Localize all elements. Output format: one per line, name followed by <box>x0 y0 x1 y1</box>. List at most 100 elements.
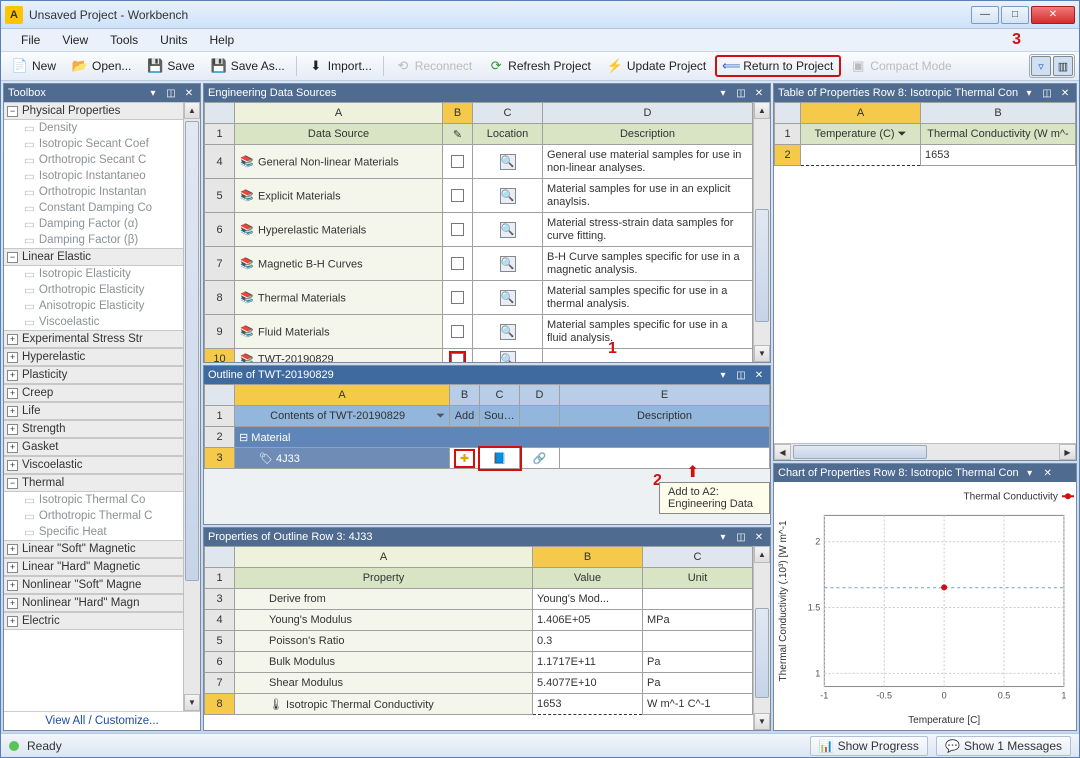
toolbox-category[interactable]: +Hyperelastic <box>4 348 183 366</box>
eds-close-icon[interactable]: ✕ <box>752 86 766 100</box>
eds-location-button[interactable]: 🔍 <box>473 213 543 247</box>
top-pin-icon[interactable]: ◫ <box>1040 86 1054 100</box>
toolbox-item[interactable]: ▭Isotropic Elasticity <box>4 266 183 282</box>
toolbox-category[interactable]: +Creep <box>4 384 183 402</box>
toolbox-dropdown-icon[interactable]: ▾ <box>146 86 160 100</box>
eds-source-name[interactable]: 📚 Thermal Materials <box>235 281 443 315</box>
top-grid[interactable]: A B 1 Temperature (C) ⏷ Thermal Conducti… <box>774 102 1076 166</box>
show-progress-button[interactable]: 📊Show Progress <box>810 736 928 756</box>
props-value[interactable]: 1653 <box>533 694 643 715</box>
toolbox-item[interactable]: ▭Damping Factor (β) <box>4 232 183 248</box>
eds-source-name[interactable]: 📚 Explicit Materials <box>235 179 443 213</box>
eds-edit-checkbox[interactable] <box>443 179 473 213</box>
props-value[interactable]: 1.1717E+11 <box>533 652 643 673</box>
eds-location-button[interactable]: 🔍 <box>473 179 543 213</box>
props-col-b[interactable]: B <box>533 547 643 568</box>
refresh-project-button[interactable]: ⟳Refresh Project <box>481 55 598 77</box>
save-button[interactable]: 💾Save <box>140 55 201 77</box>
outline-col-e[interactable]: E <box>560 385 770 406</box>
close-button[interactable]: ✕ <box>1031 6 1075 24</box>
toolbox-category[interactable]: +Linear "Soft" Magnetic <box>4 540 183 558</box>
toolbox-item[interactable]: ▭Orthotropic Thermal C <box>4 508 183 524</box>
toolbox-tree[interactable]: −Physical Properties▭Density▭Isotropic S… <box>4 102 183 711</box>
props-unit[interactable] <box>643 589 753 610</box>
filter-funnel-button[interactable]: ▿ <box>1031 56 1051 76</box>
eds-edit-checkbox[interactable] <box>443 145 473 179</box>
eds-scrollbar[interactable]: ▲▼ <box>753 102 770 362</box>
eds-edit-checkbox[interactable] <box>443 213 473 247</box>
toolbox-category[interactable]: +Experimental Stress Str <box>4 330 183 348</box>
eds-source-name[interactable]: 📚 General Non-linear Materials <box>235 145 443 179</box>
top-col-a[interactable]: A <box>801 103 921 124</box>
eds-col-c[interactable]: C <box>473 103 543 124</box>
toolbox-category[interactable]: +Electric <box>4 612 183 630</box>
top-col-b[interactable]: B <box>921 103 1076 124</box>
props-property-name[interactable]: Poisson's Ratio <box>235 631 533 652</box>
props-col-c[interactable]: C <box>643 547 753 568</box>
outline-col-d[interactable]: D <box>520 385 560 406</box>
props-unit[interactable]: Pa <box>643 652 753 673</box>
toolbox-category[interactable]: +Gasket <box>4 438 183 456</box>
eds-col-d[interactable]: D <box>543 103 753 124</box>
eds-location-button[interactable]: 🔍 <box>473 315 543 349</box>
toolbox-category[interactable]: +Linear "Hard" Magnetic <box>4 558 183 576</box>
top-hscroll[interactable]: ◀▶ <box>774 443 1076 460</box>
props-unit[interactable]: Pa <box>643 673 753 694</box>
props-grid[interactable]: A B C 1 Property Value Unit 3Derive from… <box>204 546 753 715</box>
top-close-icon[interactable]: ✕ <box>1058 86 1072 100</box>
eds-edit-checkbox[interactable] <box>443 315 473 349</box>
update-project-button[interactable]: ⚡Update Project <box>600 55 713 77</box>
menu-help[interactable]: Help <box>200 31 245 49</box>
outline-add-button[interactable]: ✚ <box>450 448 480 469</box>
toolbox-category[interactable]: +Nonlinear "Hard" Magn <box>4 594 183 612</box>
minimize-button[interactable]: — <box>971 6 999 24</box>
toolbox-item[interactable]: ▭Orthotropic Elasticity <box>4 282 183 298</box>
props-scrollbar[interactable]: ▲▼ <box>753 546 770 730</box>
props-value[interactable]: 5.4077E+10 <box>533 673 643 694</box>
toolbox-item[interactable]: ▭Anisotropic Elasticity <box>4 298 183 314</box>
props-unit[interactable] <box>643 631 753 652</box>
props-property-name[interactable]: 🌡 Isotropic Thermal Conductivity <box>235 694 533 715</box>
saveas-button[interactable]: 💾Save As... <box>204 55 292 77</box>
open-button[interactable]: 📂Open... <box>65 55 138 77</box>
eds-source-name[interactable]: 📚 Magnetic B-H Curves <box>235 247 443 281</box>
toolbox-category[interactable]: +Plasticity <box>4 366 183 384</box>
eds-source-name[interactable]: 📚 Fluid Materials <box>235 315 443 349</box>
eds-col-b[interactable]: B <box>443 103 473 124</box>
menu-units[interactable]: Units <box>150 31 197 49</box>
props-close-icon[interactable]: ✕ <box>752 530 766 544</box>
top-tc-cell[interactable]: 1653 <box>921 145 1076 166</box>
props-value[interactable]: Young's Mod... <box>533 589 643 610</box>
toolbox-item[interactable]: ▭Isotropic Secant Coef <box>4 136 183 152</box>
props-col-a[interactable]: A <box>235 547 533 568</box>
toolbox-pin-icon[interactable]: ◫ <box>164 86 178 100</box>
scroll-down-icon[interactable]: ▼ <box>184 694 200 711</box>
return-to-project-button[interactable]: ⟸Return to Project <box>715 55 841 77</box>
eds-source-name[interactable]: 📚 TWT-20190829 <box>235 349 443 363</box>
chart-close-icon[interactable]: ✕ <box>1041 466 1055 480</box>
outline-close-icon[interactable]: ✕ <box>752 368 766 382</box>
eds-edit-checkbox[interactable] <box>443 281 473 315</box>
outline-book-button[interactable]: 📘 <box>480 448 520 469</box>
chart-dropdown-icon[interactable]: ▾ <box>1023 466 1037 480</box>
reconnect-button[interactable]: ⟲Reconnect <box>388 55 479 77</box>
toolbox-viewall-link[interactable]: View All / Customize... <box>4 711 200 730</box>
toolbox-item[interactable]: ▭Specific Heat <box>4 524 183 540</box>
eds-pin-icon[interactable]: ◫ <box>734 86 748 100</box>
toolbox-category[interactable]: +Strength <box>4 420 183 438</box>
eds-col-a[interactable]: A <box>235 103 443 124</box>
menu-file[interactable]: File <box>11 31 50 49</box>
menu-tools[interactable]: Tools <box>100 31 148 49</box>
eds-grid[interactable]: A B C D 1 Data Source ✎ Location Descrip… <box>204 102 753 362</box>
props-unit[interactable]: MPa <box>643 610 753 631</box>
toolbox-item[interactable]: ▭Orthotropic Secant C <box>4 152 183 168</box>
props-property-name[interactable]: Derive from <box>235 589 533 610</box>
outline-col-b[interactable]: B <box>450 385 480 406</box>
toolbox-category[interactable]: −Linear Elastic <box>4 248 183 266</box>
sort-icon[interactable]: ⏷ <box>898 128 907 140</box>
import-button[interactable]: ⬇Import... <box>301 55 379 77</box>
top-temp-cell[interactable] <box>801 145 921 166</box>
props-value[interactable]: 1.406E+05 <box>533 610 643 631</box>
scroll-up-icon[interactable]: ▲ <box>184 102 200 119</box>
eds-source-name[interactable]: 📚 Hyperelastic Materials <box>235 213 443 247</box>
